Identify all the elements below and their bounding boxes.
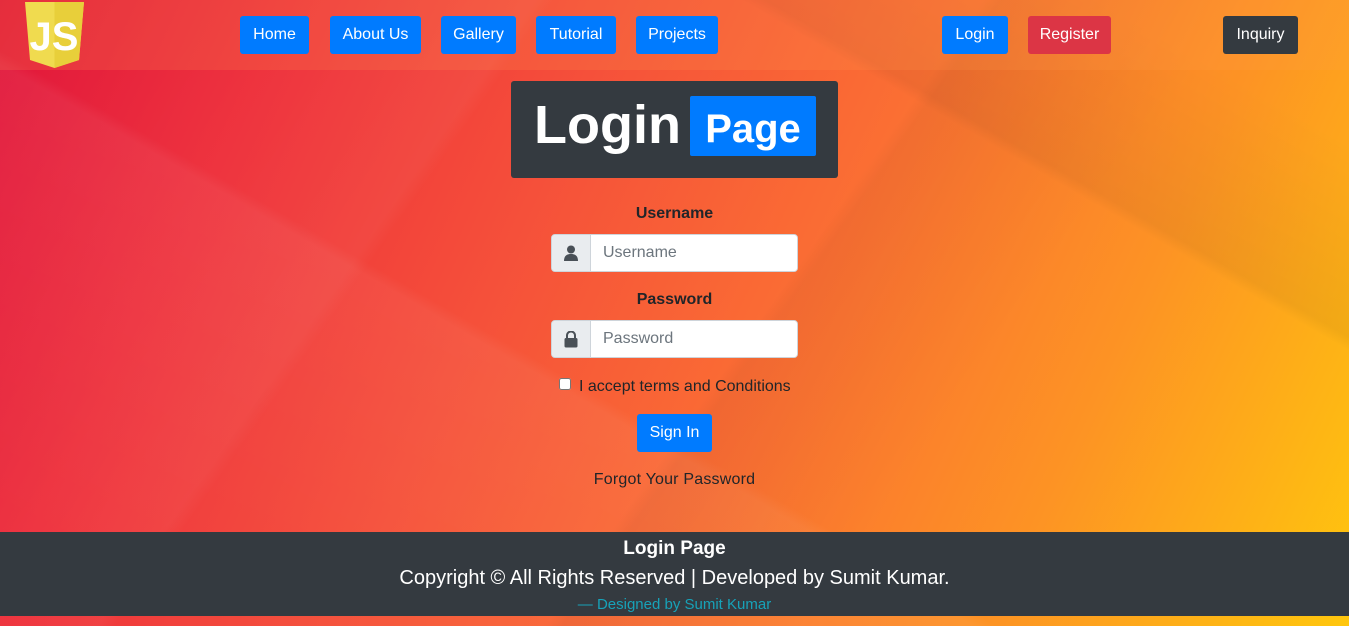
username-input-group: [551, 234, 798, 272]
password-label: Password: [636, 291, 713, 308]
user-icon: [552, 235, 591, 271]
terms-label: I accept terms and Conditions: [579, 378, 791, 395]
forgot-password-link[interactable]: Forgot Your Password: [551, 471, 798, 489]
footer: Login Page Copyright © All Rights Reserv…: [0, 532, 1349, 616]
nav-tutorial-button[interactable]: Tutorial: [536, 16, 616, 54]
page-title-box: Login Page: [511, 81, 838, 178]
password-input[interactable]: [592, 321, 797, 357]
nav-about-button[interactable]: About Us: [330, 16, 421, 54]
js-logo-icon[interactable]: JS: [21, 2, 88, 68]
password-input-group: [551, 320, 798, 358]
nav-projects-button[interactable]: Projects: [636, 16, 718, 54]
page-title-login: Login: [534, 95, 681, 155]
footer-copyright: Copyright © All Rights Reserved | Develo…: [399, 567, 950, 589]
lock-icon: [552, 321, 591, 357]
footer-title: Login Page: [623, 538, 726, 559]
sign-in-button[interactable]: Sign In: [637, 414, 712, 452]
username-label: Username: [635, 205, 714, 222]
nav-login-button[interactable]: Login: [942, 16, 1008, 54]
nav-inquiry-button[interactable]: Inquiry: [1223, 16, 1298, 54]
footer-credit: — Designed by Sumit Kumar: [577, 596, 772, 613]
terms-checkbox[interactable]: [559, 378, 571, 390]
js-logo-text: JS: [30, 15, 79, 59]
nav-home-button[interactable]: Home: [240, 16, 309, 54]
nav-register-button[interactable]: Register: [1028, 16, 1111, 54]
page-title-badge: Page: [690, 96, 816, 156]
terms-checkbox-row[interactable]: I accept terms and Conditions: [559, 377, 791, 397]
username-input[interactable]: [592, 235, 797, 271]
nav-gallery-button[interactable]: Gallery: [441, 16, 516, 54]
